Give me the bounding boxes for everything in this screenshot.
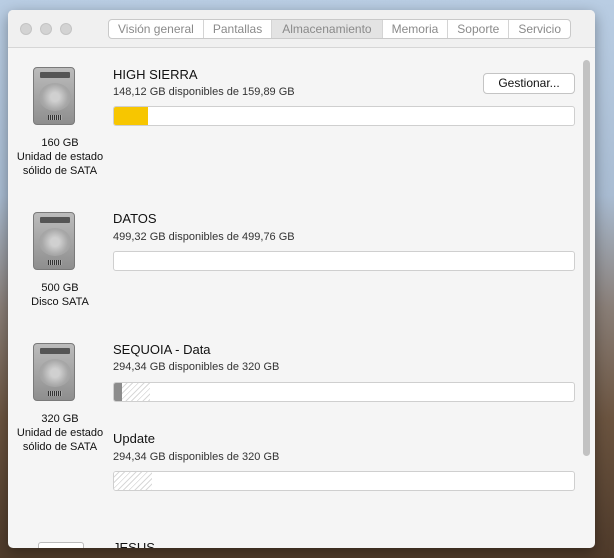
disk-capacity: 160 GB bbox=[41, 137, 79, 149]
tab-bar: Visión general Pantallas Almacenamiento … bbox=[108, 19, 572, 39]
disk-type: sólido de SATA bbox=[22, 441, 98, 453]
used-fill bbox=[114, 107, 149, 125]
tab-storage[interactable]: Almacenamiento bbox=[272, 20, 383, 38]
scrollbar[interactable] bbox=[583, 60, 590, 456]
other-fill bbox=[122, 383, 150, 401]
volume-info: 499,32 GB disponibles de 499,76 GB bbox=[113, 231, 295, 243]
volume-name: SEQUOIA - Data bbox=[113, 342, 211, 357]
zoom-button[interactable] bbox=[60, 23, 72, 35]
hard-drive-icon bbox=[33, 343, 75, 401]
volume-info: 294,34 GB disponibles de 320 GB bbox=[113, 361, 280, 373]
tab-overview[interactable]: Visión general bbox=[109, 20, 204, 38]
other-fill bbox=[114, 472, 152, 490]
volume-name: Update bbox=[113, 431, 155, 446]
disk-type: sólido de SATA bbox=[22, 165, 98, 177]
tab-support[interactable]: Soporte bbox=[448, 20, 510, 38]
disk-type: Disco SATA bbox=[31, 296, 89, 308]
disk-capacity: 320 GB bbox=[41, 413, 79, 425]
volume-name: JESUS bbox=[113, 540, 155, 548]
manage-button[interactable]: Gestionar... bbox=[483, 73, 575, 94]
storage-bar bbox=[113, 251, 575, 271]
disk-capacity: 500 GB bbox=[41, 282, 79, 294]
used-fill bbox=[114, 383, 122, 401]
tab-service[interactable]: Servicio bbox=[509, 20, 570, 38]
storage-bar bbox=[113, 106, 575, 126]
storage-bar bbox=[113, 471, 575, 491]
volume-name: DATOS bbox=[113, 211, 157, 226]
disk-type: Unidad de estado bbox=[16, 427, 104, 439]
volume-name: HIGH SIERRA bbox=[113, 67, 198, 82]
minimize-button[interactable] bbox=[40, 23, 52, 35]
hard-drive-icon bbox=[33, 212, 75, 270]
system-info-window: Visión general Pantallas Almacenamiento … bbox=[8, 10, 595, 548]
volume-info: 148,12 GB disponibles de 159,89 GB bbox=[113, 86, 295, 98]
tab-displays[interactable]: Pantallas bbox=[204, 20, 273, 38]
tab-memory[interactable]: Memoria bbox=[383, 20, 449, 38]
volume-info: 294,34 GB disponibles de 320 GB bbox=[113, 451, 280, 463]
disk-type: Unidad de estado bbox=[16, 151, 104, 163]
hard-drive-icon bbox=[33, 67, 75, 125]
close-button[interactable] bbox=[20, 23, 32, 35]
toolbar: Visión general Pantallas Almacenamiento … bbox=[8, 10, 595, 48]
external-drive-icon bbox=[38, 542, 84, 548]
storage-bar bbox=[113, 382, 575, 402]
